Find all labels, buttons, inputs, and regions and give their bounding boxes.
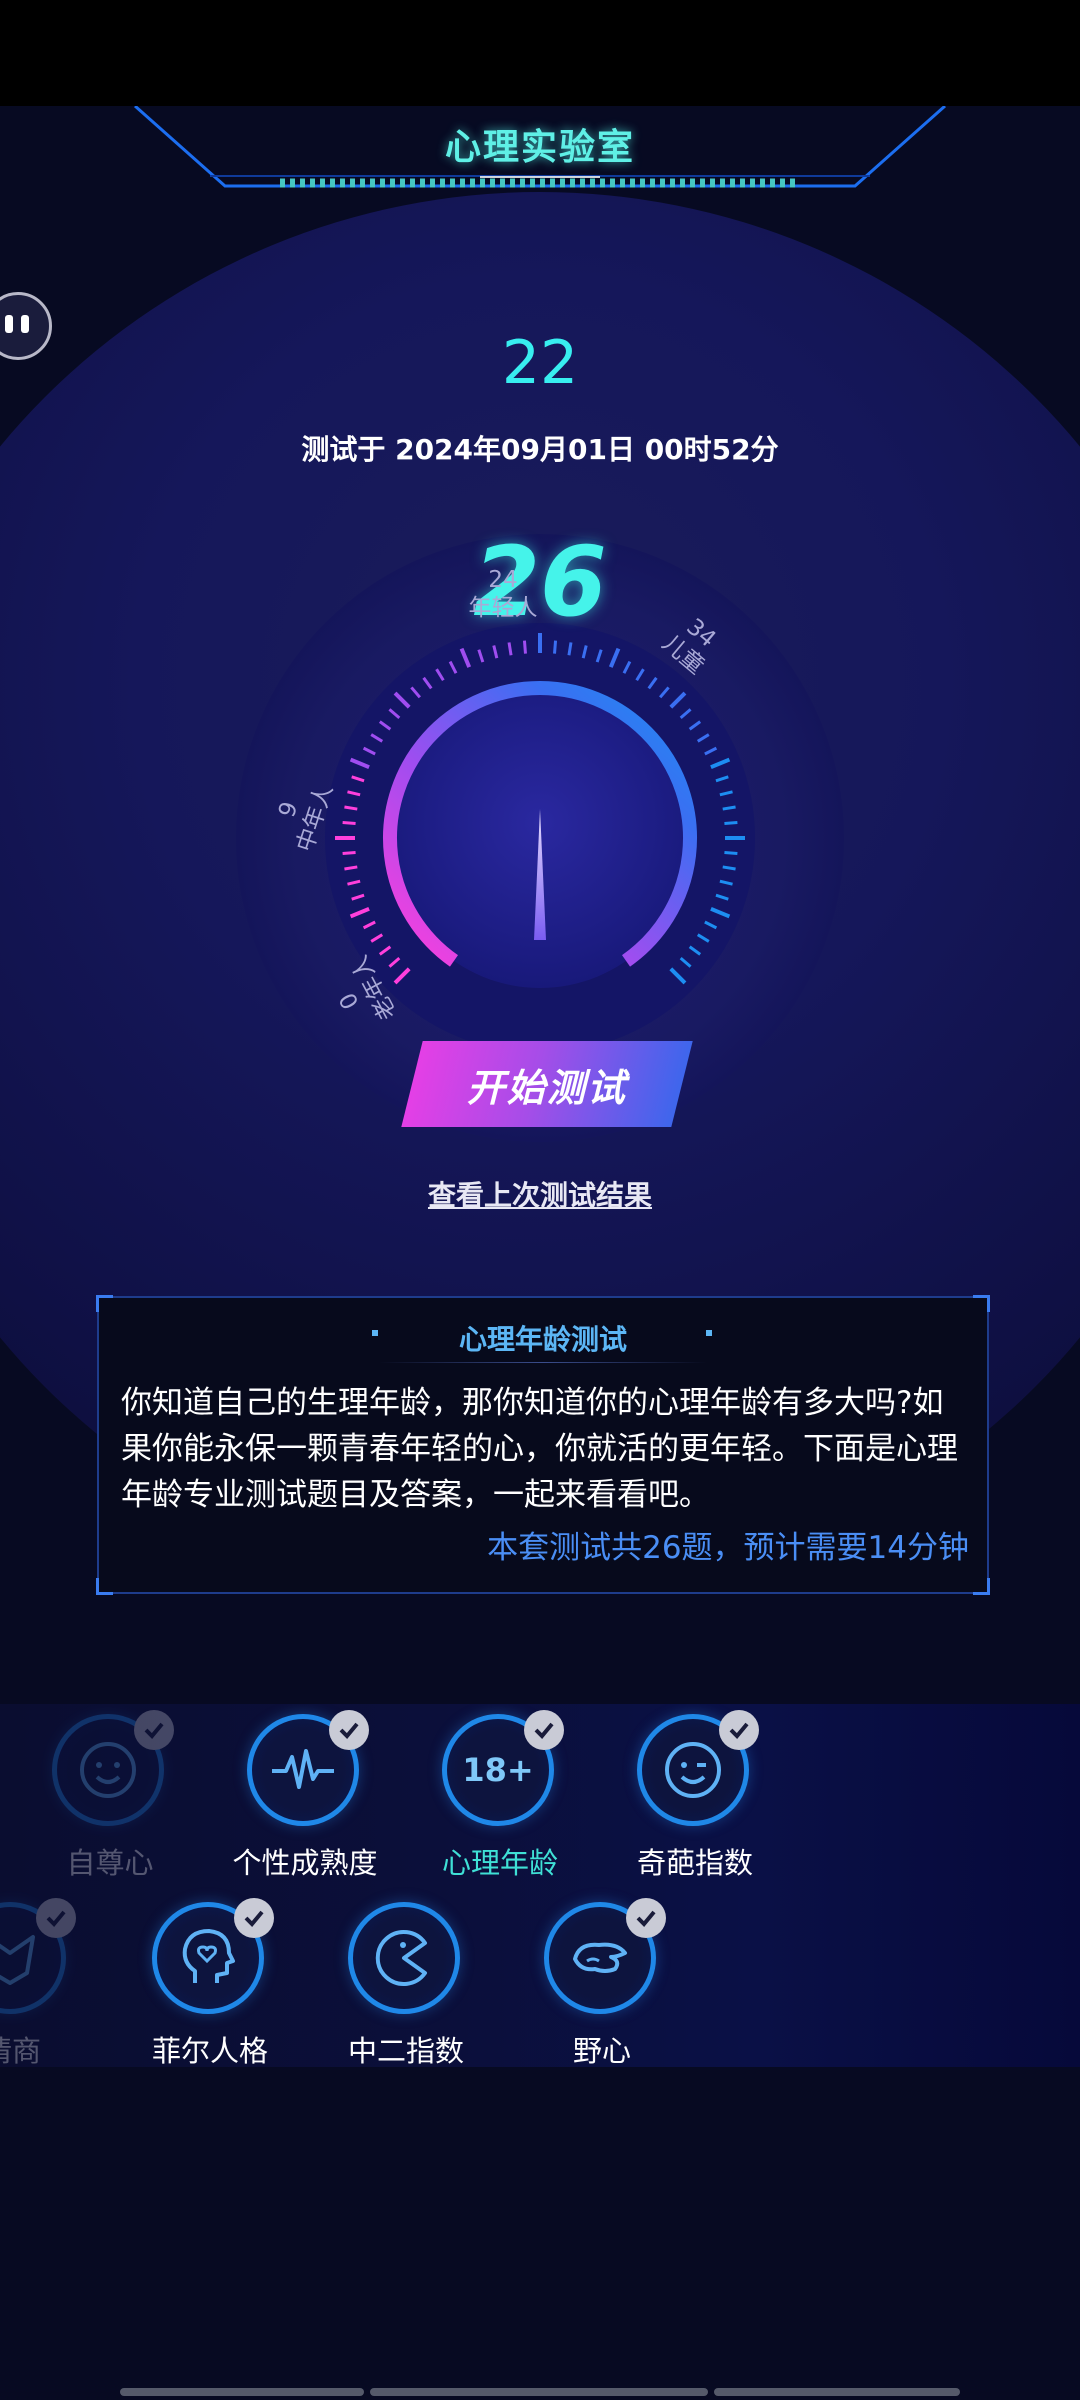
check-icon — [36, 1898, 76, 1938]
pacman-icon — [348, 1902, 460, 2014]
test-label: 中二指数 — [347, 2034, 464, 2067]
check-icon — [626, 1898, 666, 1938]
gauge-tick — [724, 820, 738, 825]
test-label: 心理年龄 — [441, 1846, 558, 1880]
page-indicator — [370, 2388, 708, 2396]
app-title: 心理实验室 — [444, 127, 635, 168]
gauge-tick — [567, 642, 573, 656]
gauge-tick — [724, 851, 738, 856]
gauge-tick — [722, 865, 736, 871]
gauge-tick — [344, 805, 358, 811]
test-label: 野心 — [572, 2034, 631, 2067]
test-categories: 自尊心 个性成熟度 18+ 心理年龄 奇葩指数 商 菲尔人格 中二指数 野心 — [0, 1704, 1080, 2067]
card-divider — [379, 1362, 707, 1363]
test-item-chuunibyou[interactable]: 中二指数 — [326, 1902, 486, 2067]
18-plus-text: 18+ — [463, 1751, 533, 1789]
page: 心理实验室 22 测试于 2024年09月01日 00时52分 26 24 年轻… — [0, 106, 1080, 2400]
start-test-button[interactable]: 开始测试 — [401, 1041, 693, 1127]
page-indicator — [714, 2388, 960, 2396]
card-corner — [973, 1295, 990, 1312]
test-time: 测试于 2024年09月01日 00时52分 — [301, 433, 779, 466]
check-icon — [134, 1710, 174, 1750]
status-bar — [0, 0, 1080, 106]
gauge-tick — [344, 865, 358, 871]
test-item-phil-personality[interactable]: 菲尔人格 — [130, 1898, 290, 2067]
test-info-card: 心理年龄测试 你知道自己的生理年龄，那你知道你的心理年龄有多大吗?如果你能永保一… — [96, 1295, 990, 1595]
check-icon — [719, 1710, 759, 1750]
last-score: 22 — [501, 328, 579, 398]
test-item-eq[interactable]: 情商 — [0, 1898, 92, 2067]
test-item-self-esteem[interactable]: 自尊心 — [30, 1710, 190, 1894]
start-test-label: 开始测试 — [466, 1067, 627, 1110]
test-label: 奇葩指数 — [636, 1846, 753, 1880]
test-item-ambition[interactable]: 野心 — [522, 1898, 682, 2067]
card-summary: 本套测试共26题，预计需要14分钟 — [487, 1530, 969, 1566]
test-label: 个性成熟度 — [232, 1846, 378, 1880]
test-item-mental-age[interactable]: 18+ 心理年龄 — [420, 1710, 580, 1894]
gauge-label-youth-age: 24 — [488, 567, 518, 593]
card-corner — [96, 1578, 113, 1595]
gauge-tick — [553, 640, 558, 654]
gauge-tick — [342, 820, 356, 825]
test-label: 菲尔人格 — [151, 2034, 268, 2067]
check-icon — [234, 1898, 274, 1938]
test-label: 情商 — [0, 2034, 41, 2067]
card-corner — [96, 1295, 113, 1312]
card-corner — [973, 1578, 990, 1595]
test-item-maturity[interactable]: 个性成熟度 — [225, 1710, 385, 1894]
page-indicator — [120, 2388, 364, 2396]
gauge-label-youth: 24 年轻人 — [458, 566, 548, 622]
check-icon — [524, 1710, 564, 1750]
test-item-weirdness[interactable]: 奇葩指数 — [615, 1710, 775, 1894]
gauge-tick — [342, 851, 356, 856]
check-icon — [329, 1710, 369, 1750]
view-last-result-link[interactable]: 查看上次测试结果 — [0, 1174, 1080, 1214]
gauge-label-youth-text: 年轻人 — [468, 595, 538, 621]
test-label: 自尊心 — [66, 1846, 154, 1880]
gauge-tick — [522, 640, 527, 654]
card-description: 你知道自己的生理年龄，那你知道你的心理年龄有多大吗?如果你能永保一颗青春年轻的心… — [121, 1385, 958, 1513]
gauge-tick — [722, 805, 736, 811]
card-title: 心理年龄测试 — [458, 1323, 627, 1356]
gauge-tick — [507, 642, 513, 656]
